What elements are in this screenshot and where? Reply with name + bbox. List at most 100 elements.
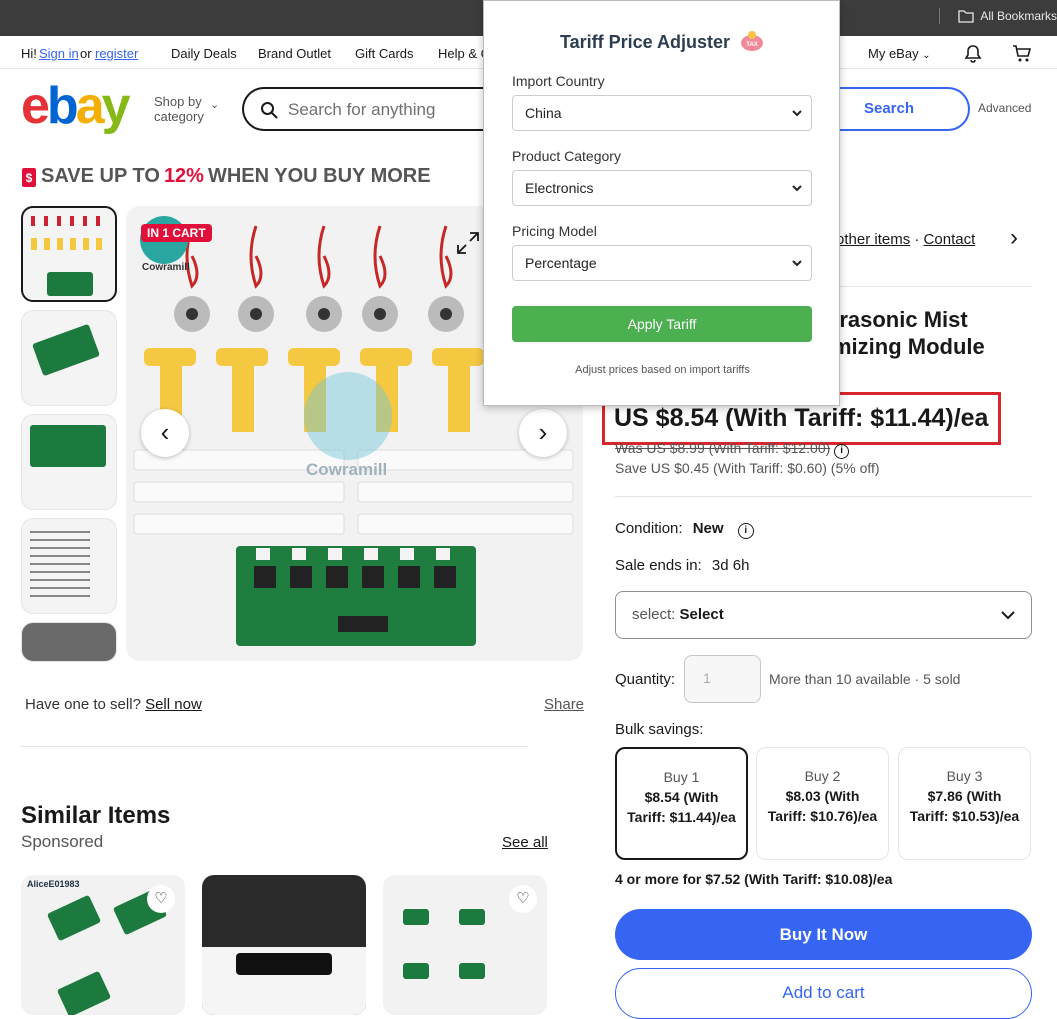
watch-heart-button[interactable]: ♡ xyxy=(509,885,537,913)
chevron-down-icon xyxy=(792,110,802,117)
similar-item-card[interactable]: ♡ xyxy=(383,875,547,1015)
my-ebay-label: My eBay xyxy=(868,46,919,61)
category-label: category xyxy=(154,109,204,124)
contact-link[interactable]: Contact xyxy=(924,231,976,248)
shop-by-category-button[interactable]: Shop by category ⌄ xyxy=(154,94,219,124)
bulk-price: $8.03 (With Tariff: $10.76)/ea xyxy=(767,788,878,824)
country-select[interactable]: China xyxy=(512,95,812,131)
sale-ends-row: Sale ends in: 3d 6h xyxy=(615,557,749,574)
bulk-more-text: 4 or more for $7.52 (With Tariff: $10.08… xyxy=(615,871,893,887)
my-ebay-link[interactable]: My eBay ⌄ xyxy=(868,46,931,61)
save-suffix: WHEN YOU BUY MORE xyxy=(207,165,431,187)
brand-outlet-link[interactable]: Brand Outlet xyxy=(258,46,331,61)
heart-icon: ♡ xyxy=(154,890,168,907)
was-price-text: Was US $8.99 (With Tariff: $12.00) xyxy=(615,440,831,456)
piggy-bank-label: TAX xyxy=(746,42,758,48)
sponsored-label: Sponsored xyxy=(21,832,104,851)
chevron-down-icon xyxy=(1001,611,1015,620)
thumbnail-2[interactable] xyxy=(21,310,117,406)
search-placeholder: Search for anything xyxy=(288,100,436,119)
save-banner: $ SAVE UP TO 12% WHEN YOU BUY MORE xyxy=(21,165,431,188)
info-icon[interactable]: i xyxy=(834,444,850,459)
bulk-title: Buy 3 xyxy=(946,768,983,784)
variation-select[interactable]: select: Select xyxy=(615,591,1032,639)
select-label: select: xyxy=(632,606,676,623)
gift-cards-link[interactable]: Gift Cards xyxy=(355,46,414,61)
chevron-down-icon: ⌄ xyxy=(922,50,931,61)
availability-text: More than 10 available xyxy=(769,671,911,687)
price-tag-icon: $ xyxy=(22,167,36,187)
or-text: or xyxy=(80,46,92,61)
bell-icon[interactable] xyxy=(964,44,982,64)
sign-in-link[interactable]: Sign in xyxy=(39,46,79,61)
popup-title-text: Tariff Price Adjuster xyxy=(559,32,731,52)
item-pcb xyxy=(403,909,429,925)
register-link[interactable]: register xyxy=(95,46,138,61)
country-value: China xyxy=(525,105,562,121)
product-title: trasonic Mist mizing Module xyxy=(832,306,1032,360)
bulk-title: Buy 1 xyxy=(663,769,700,785)
buy-it-now-button[interactable]: Buy It Now xyxy=(615,909,1032,960)
bulk-option-1[interactable]: Buy 1 $8.54 (With Tariff: $11.44)/ea xyxy=(615,747,748,860)
in-cart-badge: IN 1 CART xyxy=(141,224,212,242)
item-board xyxy=(236,953,332,975)
info-icon[interactable]: i xyxy=(737,523,754,539)
bookmarks-bar[interactable]: All Bookmarks xyxy=(939,8,1057,24)
title-line-1: trasonic Mist xyxy=(832,307,968,332)
similar-items-title: Similar Items xyxy=(21,802,171,829)
watermark-text: Cowramill xyxy=(306,460,388,479)
apply-tariff-button[interactable]: Apply Tariff xyxy=(512,306,812,342)
similar-item-card[interactable]: AliceE01983 ♡ xyxy=(21,875,185,1015)
chevron-down-icon xyxy=(792,185,802,192)
sold-count: 5 sold xyxy=(923,671,961,687)
greeting: Hi! xyxy=(21,46,37,61)
svg-text:$: $ xyxy=(26,171,33,185)
select-value: Select xyxy=(679,606,724,623)
see-all-link[interactable]: See all xyxy=(502,834,548,851)
sell-prompt: Have one to sell? Sell now xyxy=(25,696,202,713)
chevron-down-icon xyxy=(792,260,802,267)
previous-image-button[interactable]: ‹ xyxy=(141,409,189,457)
watch-heart-button[interactable]: ♡ xyxy=(147,885,175,913)
thumbnail-4[interactable] xyxy=(21,518,117,614)
folder-icon xyxy=(958,10,974,23)
category-select[interactable]: Electronics xyxy=(512,170,812,206)
category-label: Product Category xyxy=(512,148,621,164)
quantity-label: Quantity: xyxy=(615,671,676,688)
share-link[interactable]: Share xyxy=(544,696,584,713)
condition-row: Condition: New i xyxy=(615,520,754,539)
bulk-option-2[interactable]: Buy 2 $8.03 (With Tariff: $10.76)/ea xyxy=(756,747,889,860)
ebay-logo[interactable]: ebay xyxy=(21,80,131,132)
chevron-right-icon[interactable]: › xyxy=(1010,224,1018,252)
bulk-price: $7.86 (With Tariff: $10.53)/ea xyxy=(909,788,1020,824)
piggy-bank-icon: TAX xyxy=(741,31,764,51)
expand-icon xyxy=(457,232,479,254)
bulk-price: $8.54 (With Tariff: $11.44)/ea xyxy=(627,789,736,825)
quantity-input[interactable]: 1 xyxy=(684,655,761,703)
thumbnail-pcb xyxy=(47,272,93,296)
dot-separator: · xyxy=(914,671,924,687)
add-to-cart-button[interactable]: Add to cart xyxy=(615,968,1032,1019)
chevron-down-icon: ⌄ xyxy=(210,99,220,111)
pricing-model-select[interactable]: Percentage xyxy=(512,245,812,281)
similar-item-card[interactable] xyxy=(202,875,366,1015)
daily-deals-link[interactable]: Daily Deals xyxy=(171,46,237,61)
mist-discs xyxy=(174,296,464,332)
item-pcb xyxy=(459,909,485,925)
thumbnail-1[interactable] xyxy=(21,206,117,302)
have-one-text: Have one to sell? xyxy=(25,696,141,713)
heart-icon: ♡ xyxy=(516,890,530,907)
other-items-link[interactable]: other items xyxy=(836,231,910,248)
thumbnail-3[interactable] xyxy=(21,414,117,510)
thumbnail-pcb xyxy=(31,323,101,377)
advanced-search-link[interactable]: Advanced xyxy=(978,101,1031,115)
thumbnail-5[interactable] xyxy=(21,622,117,662)
shop-by-label: Shop by xyxy=(154,94,202,109)
bulk-savings-label: Bulk savings: xyxy=(615,721,704,738)
cart-icon[interactable] xyxy=(1012,44,1032,64)
bulk-option-3[interactable]: Buy 3 $7.86 (With Tariff: $10.53)/ea xyxy=(898,747,1031,860)
next-image-button[interactable]: › xyxy=(519,409,567,457)
thumbnail-text xyxy=(30,531,90,601)
sale-ends-label: Sale ends in: xyxy=(615,557,702,574)
sell-now-link[interactable]: Sell now xyxy=(145,696,202,713)
